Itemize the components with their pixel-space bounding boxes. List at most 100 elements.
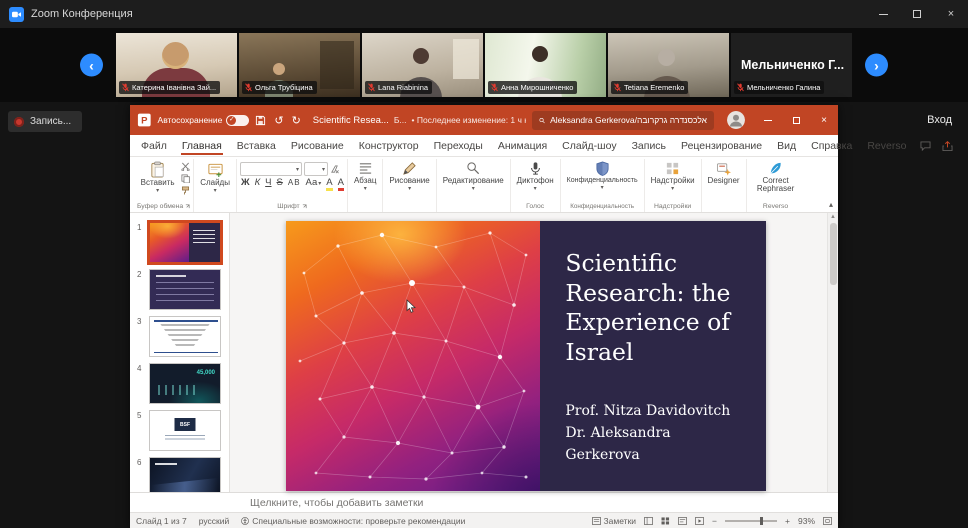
current-slide[interactable]: Scientific Research: the Experience of I… [286, 221, 766, 491]
editing-button[interactable]: Редактирование ▾ [440, 159, 507, 194]
language-button[interactable]: русский [199, 516, 230, 526]
quick-access-toolbar: ↺ ↻ [255, 114, 300, 127]
normal-view-icon[interactable] [644, 517, 653, 525]
tab-reverso[interactable]: Reverso [866, 137, 907, 155]
slide-number: 4 [137, 363, 145, 404]
slide-thumbnail-1[interactable] [149, 222, 221, 263]
tab-slideshow[interactable]: Слайд-шоу [561, 137, 617, 155]
participant-name-badge: Анна Мирошниченко [488, 81, 577, 94]
tab-draw[interactable]: Рисование [290, 137, 345, 155]
slide-thumbnail-3[interactable] [149, 316, 221, 357]
comments-icon[interactable] [920, 141, 931, 151]
accessibility-status[interactable]: Специальные возможности: проверьте реком… [241, 516, 465, 526]
addins-button[interactable]: Надстройки ▾ [648, 159, 698, 194]
privacy-button[interactable]: Конфиденциальность ▾ [564, 159, 641, 193]
slide-thumbnail-4[interactable]: 45,000 [149, 363, 221, 404]
slide-thumbnail-6[interactable] [149, 457, 221, 492]
autosave-toggle[interactable]: ✓ [226, 115, 249, 126]
zoom-maximize-button[interactable] [900, 0, 934, 28]
slide-number: 2 [137, 269, 145, 310]
text-highlight-button[interactable]: А [326, 178, 332, 191]
canvas-scrollbar[interactable]: ▲ [827, 213, 838, 492]
dialog-launcher-icon[interactable] [185, 204, 190, 209]
tab-view[interactable]: Вид [776, 137, 797, 155]
notes-pane[interactable]: Щелкните, чтобы добавить заметки [130, 492, 838, 512]
zoom-slider-knob[interactable] [760, 517, 763, 525]
scrollbar-thumb[interactable] [830, 223, 837, 285]
clear-formatting-icon[interactable] [330, 165, 339, 174]
zoom-in-button[interactable]: + [785, 516, 790, 526]
zoom-minimize-button[interactable] [866, 0, 900, 28]
slide-thumbnail-5[interactable]: BSF [149, 410, 221, 451]
paste-button[interactable]: Вставить ▾ [138, 159, 178, 196]
zoom-level[interactable]: 93% [798, 516, 815, 526]
drawing-button[interactable]: Рисование ▾ [386, 159, 432, 194]
change-case-button[interactable]: Аа▾ [306, 178, 322, 188]
scroll-up-icon[interactable]: ▲ [830, 214, 836, 220]
tab-home[interactable]: Главная [181, 137, 223, 155]
reading-view-icon[interactable] [678, 517, 687, 525]
video-tile-lana[interactable]: Lana Riabinina [362, 33, 483, 97]
tab-insert[interactable]: Вставка [236, 137, 277, 155]
save-icon[interactable] [255, 115, 266, 126]
copy-icon[interactable] [181, 174, 190, 183]
cut-icon[interactable] [181, 162, 190, 171]
account-avatar[interactable] [727, 111, 745, 129]
recording-indicator[interactable]: Запись... [8, 111, 82, 132]
paragraph-button[interactable]: Абзац ▾ [351, 159, 379, 194]
search-input[interactable]: אלכסנדרה גרקרובה/Aleksandra Gerkerova [532, 111, 714, 130]
tab-file[interactable]: Файл [140, 137, 168, 155]
dialog-launcher-icon[interactable] [302, 204, 307, 209]
network-graphic [286, 221, 540, 491]
collapse-ribbon-icon[interactable]: ▴ [829, 200, 833, 209]
bold-button[interactable]: Ж [241, 178, 250, 188]
designer-button[interactable]: Designer [705, 159, 743, 187]
thumbnail-chart [157, 324, 213, 347]
undo-icon[interactable]: ↺ [274, 114, 283, 127]
tab-animations[interactable]: Анимация [497, 137, 548, 155]
redo-icon[interactable]: ↻ [292, 114, 301, 127]
slide-sorter-view-icon[interactable] [661, 517, 670, 525]
tab-transitions[interactable]: Переходы [433, 137, 484, 155]
fit-to-window-icon[interactable] [823, 517, 832, 525]
zoom-close-button[interactable]: × [934, 0, 968, 28]
login-button[interactable]: Вход [927, 114, 952, 126]
tab-review[interactable]: Рецензирование [680, 137, 763, 155]
tab-help[interactable]: Справка [810, 137, 853, 155]
ppt-minimize-button[interactable] [754, 105, 782, 135]
video-tile-melnychenko[interactable]: Мельниченко Г... Мельниченко Галина [731, 33, 852, 97]
font-color-button[interactable]: А [338, 178, 344, 191]
notes-toggle-button[interactable]: Заметки [592, 516, 637, 526]
italic-button[interactable]: К [255, 178, 261, 188]
new-slide-button[interactable]: Слайды ▾ [197, 159, 233, 196]
font-size-select[interactable]: ▾ [304, 162, 328, 176]
video-tile-katerina[interactable]: Катерина Іванівна Зай... [116, 33, 237, 97]
font-name-select[interactable]: ▾ [240, 162, 302, 176]
character-spacing-button[interactable]: АВ [288, 179, 301, 187]
editing-icon [466, 161, 481, 176]
video-tile-anna[interactable]: Анна Мирошниченко [485, 33, 606, 97]
video-tile-tetiana[interactable]: Tetiana Eremenko [608, 33, 729, 97]
tab-design[interactable]: Конструктор [358, 137, 420, 155]
thumbnail-row: 1 [137, 222, 224, 263]
accessibility-icon [241, 517, 249, 525]
share-icon[interactable] [942, 141, 953, 151]
underline-button[interactable]: Ч [265, 178, 271, 188]
slide-editing-canvas[interactable]: Scientific Research: the Experience of I… [230, 213, 838, 492]
previous-participants-button[interactable]: ‹ [80, 54, 103, 77]
strikethrough-button[interactable]: S [277, 178, 283, 188]
correct-rephraser-button[interactable]: Correct Rephraser [750, 159, 802, 196]
zoom-out-button[interactable]: − [712, 516, 717, 526]
zoom-slider[interactable] [725, 520, 777, 522]
autosave-control[interactable]: Автосохранение ✓ [158, 115, 250, 126]
ppt-restore-button[interactable] [782, 105, 810, 135]
slideshow-view-icon[interactable] [695, 517, 704, 525]
notes-placeholder: Щелкните, чтобы добавить заметки [250, 497, 423, 509]
video-tile-olga[interactable]: Ольга Трубіцина [239, 33, 360, 97]
ppt-close-button[interactable]: × [810, 105, 838, 135]
tab-record[interactable]: Запись [631, 137, 667, 155]
format-painter-icon[interactable] [181, 186, 190, 195]
dictate-button[interactable]: Диктофон ▾ [514, 159, 557, 194]
next-participants-button[interactable]: › [865, 54, 888, 77]
slide-thumbnail-2[interactable] [149, 269, 221, 310]
